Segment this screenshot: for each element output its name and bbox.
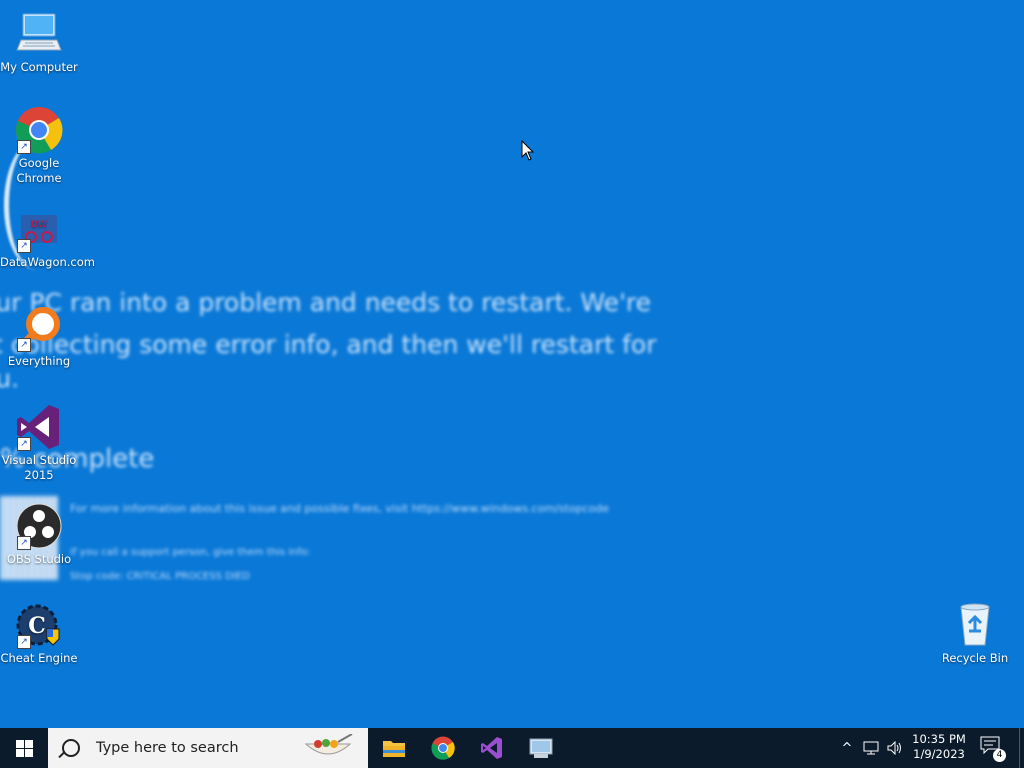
search-placeholder: Type here to search <box>96 740 239 756</box>
windows-logo-icon <box>15 739 33 757</box>
desktop-icon-everything[interactable]: ↗ Everything <box>0 304 78 369</box>
taskbar-control-panel[interactable] <box>517 728 565 768</box>
chrome-icon <box>431 736 455 760</box>
speaker-icon <box>887 741 901 755</box>
bsod-progress: % complete <box>0 444 155 474</box>
svg-text:DW: DW <box>31 220 47 230</box>
magnifier-icon: ↗ <box>15 304 63 352</box>
shortcut-arrow-icon: ↗ <box>17 239 31 253</box>
taskbar-clock[interactable]: 10:35 PM 1/9/2023 <box>906 732 972 762</box>
start-button[interactable] <box>0 728 48 768</box>
desktop-icon-label: Recycle Bin <box>941 651 1009 665</box>
obs-icon: ↗ <box>15 502 63 550</box>
desktop-icon-label: Everything <box>7 354 71 368</box>
bsod-background-text: our PC ran into a problem and needs to r… <box>0 282 680 589</box>
datawagon-icon: DW ↗ <box>15 205 63 253</box>
bsod-info: For more information about this issue an… <box>70 502 610 515</box>
desktop: our PC ran into a problem and needs to r… <box>0 0 1024 728</box>
desktop-icon-my-computer[interactable]: My Computer <box>0 10 78 75</box>
desktop-icon-visual-studio[interactable]: ↗ Visual Studio 2015 <box>0 403 78 483</box>
visual-studio-icon: ↗ <box>15 403 63 451</box>
taskbar-visual-studio[interactable] <box>468 728 516 768</box>
desktop-icon-label: Cheat Engine <box>0 651 78 665</box>
shortcut-arrow-icon: ↗ <box>17 338 31 352</box>
taskbar-search-box[interactable]: Type here to search <box>48 728 368 768</box>
shortcut-arrow-icon: ↗ <box>17 140 31 154</box>
desktop-icon-google-chrome[interactable]: ↗ Google Chrome <box>0 106 78 186</box>
desktop-icon-label: Google Chrome <box>16 156 62 185</box>
desktop-icon-datawagon[interactable]: DW ↗ DataWagon.com <box>0 205 95 270</box>
desktop-icon-obs-studio[interactable]: ↗ OBS Studio <box>0 502 78 567</box>
folder-icon <box>383 741 405 757</box>
desktop-icon-label: DataWagon.com <box>0 255 95 269</box>
bsod-line-2: st collecting some error info, and then … <box>0 330 657 359</box>
notification-count-badge: 4 <box>993 749 1006 762</box>
clock-time: 10:35 PM <box>912 732 966 746</box>
action-center-button[interactable]: 4 <box>980 736 1006 762</box>
network-icon <box>863 741 879 755</box>
desktop-icon-recycle-bin[interactable]: Recycle Bin <box>936 601 1014 666</box>
desktop-icon-label: My Computer <box>0 60 78 74</box>
chevron-up-icon: ^ <box>841 740 853 756</box>
bsod-support-1: If you call a support person, give them … <box>70 547 311 558</box>
search-highlight-image-icon <box>302 733 354 762</box>
cheat-engine-icon: C ↗ <box>15 601 63 649</box>
taskbar-file-explorer[interactable] <box>370 728 418 768</box>
desktop-icon-label: OBS Studio <box>6 552 72 566</box>
shortcut-arrow-icon: ↗ <box>17 635 31 649</box>
shortcut-arrow-icon: ↗ <box>17 536 31 550</box>
bsod-support-2: Stop code: CRITICAL PROCESS DIED <box>70 571 250 582</box>
mouse-cursor-icon <box>521 139 535 166</box>
volume-button[interactable] <box>884 728 906 768</box>
network-button[interactable] <box>860 728 882 768</box>
chrome-icon: ↗ <box>15 106 63 154</box>
show-desktop-button[interactable] <box>1019 728 1020 768</box>
clock-date: 1/9/2023 <box>913 747 965 761</box>
bsod-line-1: our PC ran into a problem and needs to r… <box>0 288 652 317</box>
show-hidden-icons-button[interactable]: ^ <box>838 728 856 768</box>
desktop-icon-cheat-engine[interactable]: C ↗ Cheat Engine <box>0 601 78 666</box>
desktop-icon-label: Visual Studio 2015 <box>1 453 77 482</box>
visual-studio-icon <box>481 737 502 759</box>
control-panel-icon <box>529 738 553 758</box>
computer-icon <box>15 10 63 58</box>
taskbar: Type here to search ^ 10:35 PM 1/9/2023 … <box>0 728 1024 768</box>
search-icon <box>62 739 80 757</box>
recycle-bin-icon <box>951 601 999 649</box>
shortcut-arrow-icon: ↗ <box>17 437 31 451</box>
taskbar-google-chrome[interactable] <box>419 728 467 768</box>
